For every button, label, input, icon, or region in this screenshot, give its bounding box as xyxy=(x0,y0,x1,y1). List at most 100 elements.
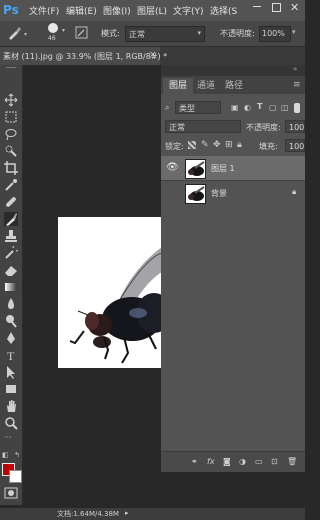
blend-mode-value: 正常 xyxy=(169,123,185,132)
fill-field[interactable]: 100% xyxy=(285,139,305,152)
gradient-icon[interactable] xyxy=(4,280,18,294)
layer-name[interactable]: 图层 1 xyxy=(211,163,235,174)
menu-type[interactable]: 文字(Y) xyxy=(173,4,204,17)
document-image[interactable] xyxy=(58,217,162,368)
visibility-off-box[interactable] xyxy=(166,187,176,197)
swap-colors-icon[interactable]: ↰ xyxy=(14,451,20,459)
mode-value: 正常 xyxy=(129,30,145,39)
path-select-icon[interactable] xyxy=(4,365,18,379)
background-color-swatch[interactable] xyxy=(9,470,22,483)
tools-panel: T ··· ◧ ↰ xyxy=(0,65,23,505)
brush-preview-icon[interactable] xyxy=(48,23,58,33)
brush-picker-dropdown-icon[interactable]: ▾ xyxy=(62,27,65,34)
filter-kind-select[interactable]: 类型 xyxy=(175,101,221,114)
status-bar: 文档:1.64M/4.38M ▸ xyxy=(0,508,305,520)
blend-row: 正常 不透明度: 100% xyxy=(161,120,305,135)
panel-collapse-bar[interactable]: » xyxy=(161,65,305,76)
shape-icon[interactable] xyxy=(4,382,18,396)
link-icon[interactable]: ⚭ xyxy=(191,457,198,466)
dodge-icon[interactable] xyxy=(4,314,18,328)
pen-icon[interactable] xyxy=(4,331,18,345)
eyedropper-icon[interactable] xyxy=(4,178,18,192)
tab-close-icon[interactable]: × xyxy=(149,50,157,60)
brush-tool-icon[interactable] xyxy=(6,25,22,41)
panel-menu-icon[interactable]: ≡ xyxy=(293,80,301,90)
crop-icon[interactable] xyxy=(4,161,18,175)
trash-icon[interactable]: 🗑︎ xyxy=(287,457,297,466)
menu-select[interactable]: 选择(S xyxy=(210,4,237,17)
layers-panel-footer: ⚭ fx ◙ ◑ ▭ ⊡ 🗑︎ xyxy=(161,451,305,472)
eye-icon[interactable]: 👁︎ xyxy=(166,162,179,173)
quick-select-icon[interactable] xyxy=(4,144,18,158)
close-window-icon[interactable]: ✕ xyxy=(290,1,299,14)
group-icon[interactable]: ▭ xyxy=(255,457,263,466)
filter-kind-value: 类型 xyxy=(179,104,195,113)
mask-icon[interactable]: ◙ xyxy=(223,457,231,466)
lock-all-icon[interactable]: 🔒︎ xyxy=(237,140,242,150)
layer-row-1[interactable]: 👁︎ 图层 1 xyxy=(161,156,305,180)
opacity-value: 100% xyxy=(262,29,285,38)
maximize-icon[interactable] xyxy=(272,3,281,12)
layer-opacity-field[interactable]: 100% xyxy=(285,120,305,133)
menu-bar: Ps 文件(F) 编辑(E) 图像(I) 图层(L) 文字(Y) 选择(S ✕ xyxy=(0,0,305,21)
document-tab[interactable]: 素材 (11).jpg @ 33.9% (图层 1, RGB/8#) * × xyxy=(0,47,167,65)
layer-opacity-label: 不透明度: xyxy=(246,123,281,132)
blur-icon[interactable] xyxy=(4,297,18,311)
marquee-icon[interactable] xyxy=(4,110,18,124)
background-layer-name[interactable]: 背景 xyxy=(211,188,227,199)
more-tools-icon[interactable]: ··· xyxy=(4,433,12,442)
stamp-icon[interactable] xyxy=(4,229,18,243)
adjustment-icon[interactable]: ◑ xyxy=(239,457,246,466)
preset-dropdown-icon[interactable]: ▾ xyxy=(24,31,27,38)
background-thumbnail xyxy=(185,184,206,204)
filter-shape-icon[interactable]: ▢ xyxy=(269,103,277,112)
filter-adjustment-icon[interactable]: ◐ xyxy=(244,103,251,112)
filter-pixel-icon[interactable]: ▣ xyxy=(231,103,239,112)
fx-icon[interactable]: fx xyxy=(207,457,215,466)
eraser-icon[interactable] xyxy=(4,263,18,277)
lasso-icon[interactable] xyxy=(4,127,18,141)
zoom-icon[interactable] xyxy=(4,416,18,430)
move-icon[interactable] xyxy=(4,93,18,107)
tab-layers[interactable]: 图层 xyxy=(163,78,194,94)
menu-layer[interactable]: 图层(L) xyxy=(137,4,167,17)
filter-toggle-icon[interactable] xyxy=(294,103,300,113)
history-brush-icon[interactable] xyxy=(4,246,18,260)
menu-file[interactable]: 文件(F) xyxy=(29,4,59,17)
lock-pixels-icon[interactable]: ✎ xyxy=(201,140,209,150)
new-layer-icon[interactable]: ⊡ xyxy=(271,457,278,466)
filter-smart-object-icon[interactable]: ◫ xyxy=(281,103,289,112)
type-icon[interactable]: T xyxy=(4,348,18,362)
quick-mask-icon[interactable] xyxy=(4,486,18,500)
lock-transparent-icon[interactable] xyxy=(188,141,196,149)
minimize-icon[interactable] xyxy=(253,6,261,7)
opacity-field[interactable]: 100% xyxy=(259,26,291,42)
options-bar: ▾ 46 ▾ 模式: 正常 ▾ 不透明度: 100% ▾ xyxy=(0,21,305,47)
toolbar-grip[interactable] xyxy=(6,67,16,68)
brush-icon[interactable] xyxy=(4,212,18,226)
lock-artboard-icon[interactable]: ⊞ xyxy=(225,140,233,150)
status-menu-icon[interactable]: ▸ xyxy=(125,509,129,517)
chevron-down-icon: ▾ xyxy=(197,29,201,37)
tab-paths[interactable]: 路径 xyxy=(219,78,249,94)
brush-panel-icon[interactable] xyxy=(75,26,88,39)
mode-select[interactable]: 正常 ▾ xyxy=(125,26,205,42)
menu-image[interactable]: 图像(I) xyxy=(103,4,131,17)
filter-type-icon[interactable]: T xyxy=(257,102,262,111)
blend-mode-select[interactable]: 正常 xyxy=(165,120,241,133)
brush-size: 46 xyxy=(48,35,56,42)
canvas-area[interactable] xyxy=(23,65,162,510)
lock-position-icon[interactable]: ✥ xyxy=(213,140,221,150)
menu-edit[interactable]: 编辑(E) xyxy=(66,4,97,17)
fly-image xyxy=(69,247,162,364)
collapse-panels-icon[interactable]: » xyxy=(293,65,297,73)
fill-label: 填充: xyxy=(259,142,278,151)
opacity-label: 不透明度: xyxy=(220,29,255,38)
layer-row-background[interactable]: 背景 🔒︎ xyxy=(161,181,305,205)
default-colors-icon[interactable]: ◧ xyxy=(2,451,9,459)
healing-icon[interactable] xyxy=(4,195,18,209)
hand-icon[interactable] xyxy=(4,399,18,413)
layer-thumbnail xyxy=(185,159,206,179)
opacity-dropdown-icon[interactable]: ▾ xyxy=(292,28,296,36)
tab-channels[interactable]: 通道 xyxy=(191,78,221,94)
